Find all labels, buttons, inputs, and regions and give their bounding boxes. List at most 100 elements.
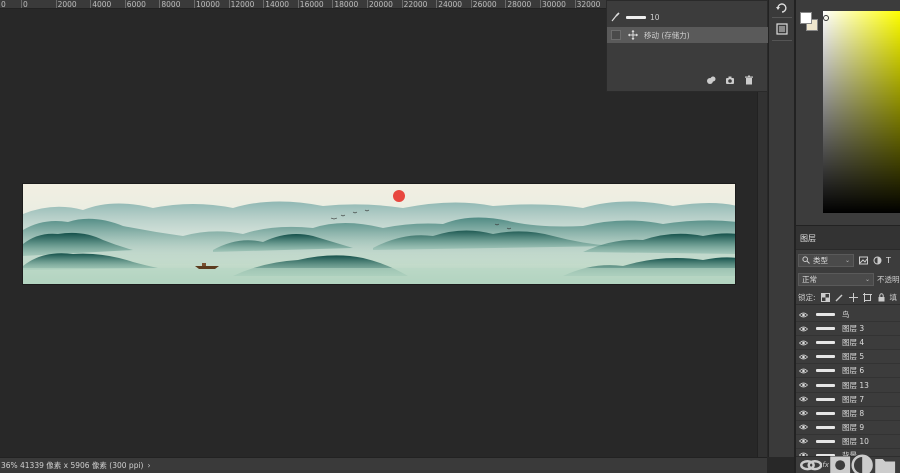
lock-all-icon[interactable] — [877, 293, 886, 302]
ruler-tick-label: 30000 — [542, 0, 566, 9]
eye-icon[interactable] — [799, 438, 808, 444]
layer-row[interactable]: 图层 8 — [796, 407, 900, 421]
lock-image-pixels-icon[interactable] — [835, 293, 844, 302]
color-swatches — [799, 10, 819, 32]
blend-row: 正常 ⌄ 不透明 — [796, 272, 900, 286]
ruler-tick — [228, 0, 230, 8]
lock-position-icon[interactable] — [848, 293, 858, 302]
eye-icon[interactable] — [799, 312, 808, 318]
layer-name: 图层 7 — [842, 394, 865, 404]
layer-row[interactable]: 图层 9 — [796, 421, 900, 435]
eye-icon[interactable] — [799, 340, 808, 346]
ruler-tick-label: 18000 — [334, 0, 359, 9]
eye-icon[interactable] — [799, 382, 808, 388]
folder-icon[interactable] — [874, 454, 896, 473]
history-state-move[interactable]: 移动 (存储力) — [607, 27, 768, 43]
mask-icon[interactable] — [829, 454, 851, 473]
filter-label: 类型 — [813, 255, 828, 265]
opacity-label: 不透明 — [877, 274, 900, 284]
ruler-tick — [159, 0, 161, 8]
ruler-tick — [263, 0, 265, 8]
layer-name: 图层 8 — [842, 408, 865, 418]
ruler-tick-label: 24000 — [438, 0, 463, 9]
link-icon[interactable] — [800, 454, 823, 473]
status-bar: 36% 41339 像素 x 5906 像素 (300 ppi) › — [0, 457, 767, 473]
layer-name: 图层 5 — [842, 352, 865, 362]
ruler-edge-label: 0 — [1, 0, 6, 9]
properties-panel-icon[interactable] — [774, 22, 790, 36]
layer-name: 图层 13 — [842, 380, 869, 390]
eye-icon[interactable] — [799, 396, 808, 402]
camera-icon[interactable] — [725, 75, 735, 85]
lock-artboard-icon[interactable] — [862, 293, 872, 302]
adjustment-icon[interactable] — [851, 454, 874, 473]
new-document-from-state-icon[interactable] — [706, 75, 716, 85]
layer-name: 图层 3 — [842, 324, 865, 334]
layer-row[interactable]: 图层 5 — [796, 350, 900, 365]
eye-icon[interactable] — [799, 326, 808, 332]
layer-row[interactable]: 图层 4 — [796, 336, 900, 351]
image-filter-icon[interactable] — [859, 256, 868, 265]
lock-row: 锁定: 填 — [796, 291, 900, 305]
eye-icon[interactable] — [799, 424, 808, 430]
lock-transparent-pixels-icon[interactable] — [820, 293, 830, 302]
history-state-brush[interactable]: 10 — [607, 9, 768, 25]
ruler-tick — [297, 0, 299, 8]
fx-icon[interactable]: fx — [822, 461, 829, 470]
history-footer — [607, 75, 768, 85]
ruler-tick-label: 26000 — [472, 0, 497, 9]
snapshot-checkbox[interactable] — [611, 30, 621, 40]
history-panel-icon[interactable] — [774, 0, 790, 14]
ruler-tick — [332, 0, 334, 8]
ruler-tick — [21, 0, 22, 8]
layer-row[interactable]: 图层 3 — [796, 322, 900, 337]
chevron-down-icon: ⌄ — [864, 275, 870, 283]
layer-row[interactable]: 图层 13 — [796, 378, 900, 393]
eye-icon[interactable] — [799, 410, 808, 416]
layer-row[interactable]: 图层 7 — [796, 393, 900, 407]
eye-icon[interactable] — [799, 368, 808, 374]
color-field[interactable] — [823, 11, 900, 213]
landscape-painting — [23, 184, 735, 284]
layer-thumbnail — [816, 383, 835, 387]
move-icon — [628, 30, 638, 40]
layer-row[interactable]: 图层 10 — [796, 435, 900, 449]
ruler-tick-label: 16000 — [299, 0, 324, 9]
eye-icon[interactable] — [799, 354, 808, 360]
foreground-color-swatch[interactable] — [800, 12, 812, 24]
history-state-label: 10 — [650, 12, 660, 22]
dock-separator — [772, 40, 792, 41]
tab-layers[interactable]: 图层 — [796, 231, 816, 247]
ruler-tick-label: 6000 — [126, 0, 146, 9]
ruler-tick — [55, 0, 57, 8]
ruler-tick-label: 0 — [23, 0, 28, 9]
layer-filter-select[interactable]: 类型 ⌄ — [798, 253, 854, 267]
ruler-tick — [470, 0, 472, 8]
layer-name: 图层 6 — [842, 366, 865, 376]
red-sun — [393, 190, 405, 202]
layer-list: 鸟图层 3 图层 4 图层 5 图层 6 图层 13 图层 7 图层 8 图层 9 图层 10 背… — [796, 308, 900, 456]
document-info: 41339 像素 x 5906 像素 (300 ppi) — [20, 461, 144, 470]
ruler-tick-label: 10000 — [196, 0, 220, 9]
layer-thumbnail — [816, 397, 835, 401]
chevron-down-icon: ⌄ — [844, 256, 850, 264]
blend-mode-select[interactable]: 正常 ⌄ — [798, 272, 874, 286]
lock-label: 锁定: — [798, 293, 816, 302]
layer-row[interactable]: 鸟 — [796, 308, 900, 323]
type-filter-icon[interactable]: T — [886, 256, 891, 265]
status-menu-arrow[interactable]: › — [143, 461, 150, 470]
history-panel: 10 移动 (存储力) — [606, 0, 768, 92]
trash-icon[interactable] — [744, 75, 754, 85]
layer-name: 图层 9 — [842, 422, 865, 432]
adjustment-filter-icon[interactable] — [873, 256, 882, 265]
zoom-level[interactable]: 36% — [0, 461, 18, 470]
landscape-artwork[interactable] — [22, 183, 736, 285]
color-picker-cursor[interactable] — [823, 15, 829, 21]
layer-row[interactable]: 图层 6 — [796, 364, 900, 379]
layers-tab-bar: 图层 — [796, 226, 900, 250]
ruler-tick-label: 8000 — [161, 0, 181, 9]
ruler-tick — [367, 0, 368, 8]
layer-name: 鸟 — [842, 310, 850, 320]
ruler-tick — [540, 0, 541, 8]
layer-thumbnail — [816, 411, 835, 415]
